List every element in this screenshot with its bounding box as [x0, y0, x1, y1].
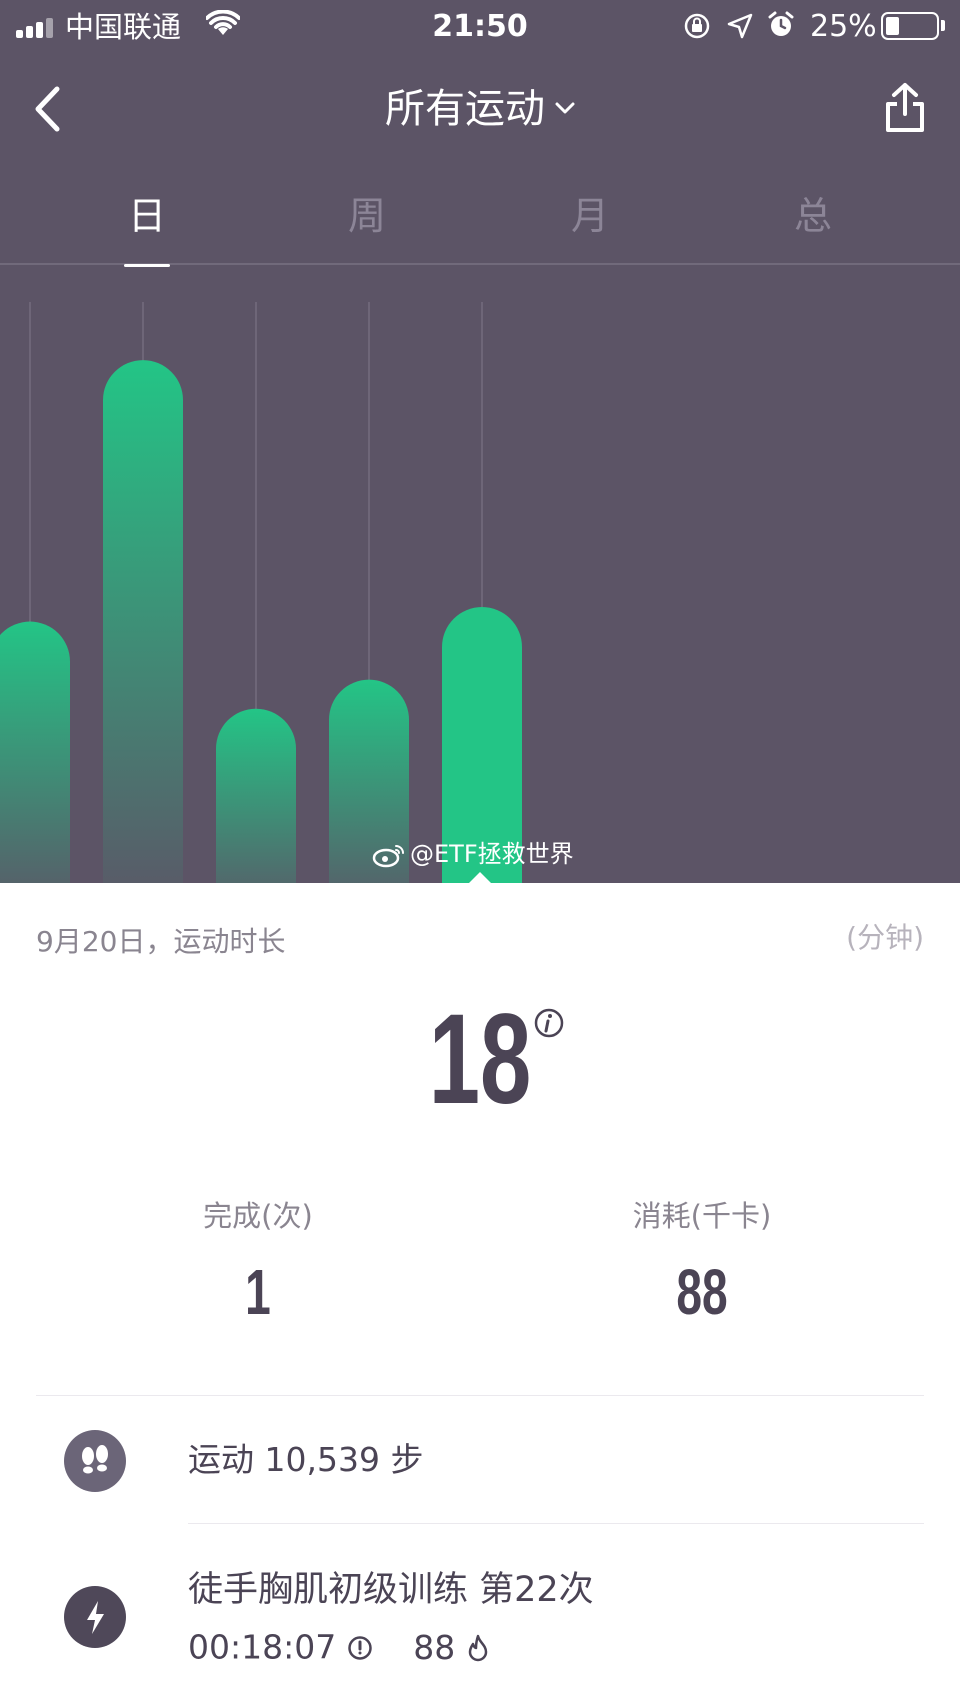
- status-bar: 中国联通 21:50 25%: [0, 0, 960, 54]
- workout-calories: 88: [413, 1627, 456, 1667]
- steps-icon-badge: [64, 1430, 126, 1492]
- tab-day[interactable]: 日: [87, 190, 207, 242]
- workout-icon-badge: [64, 1586, 126, 1648]
- weibo-icon: [372, 845, 404, 868]
- workout-time: 00:18:07: [188, 1627, 337, 1667]
- alarm-icon: [768, 11, 794, 36]
- calories-value: 88: [676, 1256, 728, 1328]
- calories-label: 消耗(千卡): [632, 1199, 772, 1233]
- workout-title: 徒手胸肌初级训练 第22次: [188, 1570, 594, 1610]
- selected-day-pointer: [469, 872, 491, 883]
- location-arrow-icon: [727, 13, 753, 39]
- info-icon[interactable]: [532, 1006, 566, 1040]
- tab-week[interactable]: 周: [307, 190, 427, 242]
- share-icon[interactable]: [884, 82, 926, 134]
- steps-text: 运动 10,539 步: [188, 1440, 424, 1479]
- duration-value: 18: [428, 988, 532, 1131]
- workout-meta: 00:18:07 88: [188, 1624, 490, 1670]
- watermark-text: @ETF拯救世界: [410, 840, 574, 868]
- tab-month[interactable]: 月: [530, 190, 650, 242]
- page-title: 所有运动: [385, 86, 545, 132]
- battery-percent: 25%: [810, 9, 877, 44]
- fire-icon: [468, 1634, 487, 1661]
- clock-icon: [347, 1635, 372, 1660]
- chart-bar[interactable]: [216, 708, 296, 883]
- divider: [188, 1523, 924, 1524]
- chart-svg: [0, 302, 522, 883]
- period-tabs: 日 周 月 总: [0, 180, 960, 267]
- nav-bar: 所有运动: [0, 60, 960, 160]
- battery-icon: [881, 12, 939, 40]
- sport-type-selector[interactable]: 所有运动: [0, 82, 960, 136]
- date-duration-label: 9月20日，运动时长: [36, 925, 286, 958]
- footprints-icon: [82, 1445, 108, 1474]
- activity-chart: [0, 266, 960, 883]
- tab-total[interactable]: 总: [753, 190, 873, 242]
- watermark: @ETF拯救世界: [372, 838, 574, 870]
- completed-value: 1: [245, 1256, 271, 1328]
- unit-label: (分钟): [846, 921, 924, 954]
- lightning-icon: [87, 1601, 104, 1634]
- completed-label: 完成(次): [203, 1199, 313, 1233]
- divider: [36, 1395, 924, 1396]
- chart-bar[interactable]: [103, 360, 183, 883]
- chart-bar[interactable]: [0, 621, 70, 883]
- rotation-lock-icon: [684, 13, 710, 39]
- chevron-down-icon: [555, 102, 575, 114]
